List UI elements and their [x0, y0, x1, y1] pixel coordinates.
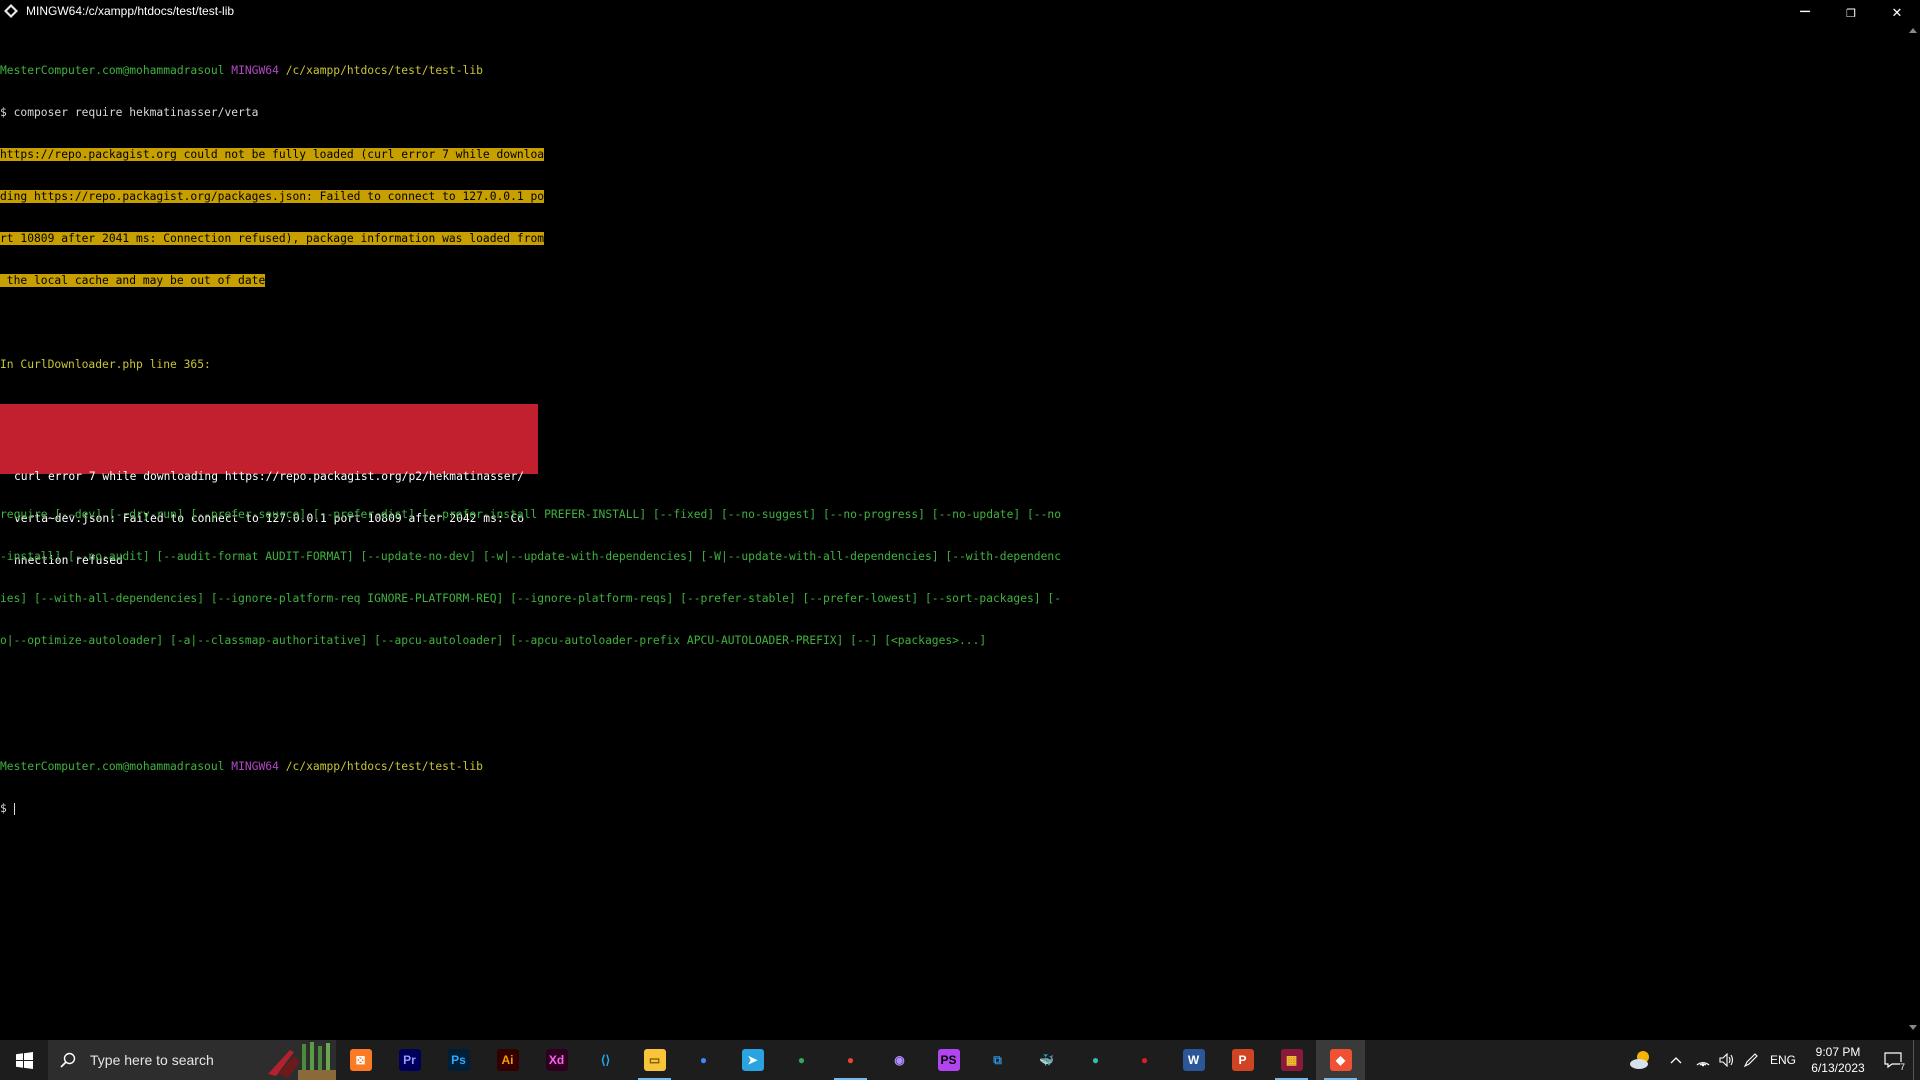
- warning-line: the local cache and may be out of date: [0, 274, 266, 287]
- prompt-path: /c/xampp/htdocs/test/test-lib: [285, 64, 483, 77]
- usage-line: o|--optimize-autoloader] [-a|--classmap-…: [0, 634, 987, 647]
- windows-logo-icon: [15, 1051, 33, 1069]
- text-cursor: [13, 803, 15, 815]
- notification-center-button[interactable]: 7: [1873, 1040, 1913, 1080]
- github-icon: ◉: [888, 1049, 911, 1071]
- clock-date: 6/13/2023: [1811, 1061, 1865, 1075]
- prompt-env: MINGW64: [231, 760, 279, 773]
- search-icon: [60, 1052, 76, 1068]
- taskbar-app-docker[interactable]: 🐳: [1022, 1040, 1071, 1080]
- prompt-path: /c/xampp/htdocs/test/test-lib: [285, 760, 483, 773]
- search-placeholder: Type here to search: [90, 1052, 214, 1068]
- input-line[interactable]: $: [0, 802, 1905, 816]
- winrar-icon: ▦: [1280, 1049, 1303, 1071]
- taskbar-apps: ⊠ Pr Ps Ai Xd ⟨⟩ ▭ ● ➤ ● ● ◉ PS ⧉ 🐳 ● ● W P ▦ ◆: [336, 1040, 1365, 1080]
- warning-line: ding https://repo.packagist.org/packages…: [0, 190, 545, 203]
- show-desktop-button[interactable]: [1913, 1040, 1920, 1080]
- git-bash-icon: [2, 2, 20, 20]
- taskbar-app-copy-app[interactable]: ⧉: [973, 1040, 1022, 1080]
- vertical-scrollbar[interactable]: [1905, 22, 1920, 1036]
- prompt-line: MesterComputer.com@mohammadrasoul MINGW6…: [0, 64, 1905, 78]
- taskbar-app-premiere[interactable]: Pr: [385, 1040, 434, 1080]
- minimize-button[interactable]: ─: [1782, 0, 1828, 22]
- chevron-up-icon[interactable]: [1661, 1040, 1691, 1080]
- copy-app-icon: ⧉: [986, 1049, 1009, 1071]
- taskbar-app-recorder[interactable]: ●: [1120, 1040, 1169, 1080]
- notification-count: 7: [1899, 1062, 1905, 1072]
- error-location: In CurlDownloader.php line 365:: [0, 358, 211, 371]
- edge-orb-icon: ●: [1084, 1049, 1107, 1071]
- phpstorm-icon: PS: [937, 1049, 960, 1071]
- photoshop-icon: Ps: [447, 1049, 470, 1071]
- error-line: curl error 7 while downloading https://r…: [14, 470, 525, 483]
- prompt-user: MesterComputer.com@mohammadrasoul: [0, 64, 225, 77]
- xd-icon: Xd: [545, 1049, 568, 1071]
- clock-time: 9:07 PM: [1815, 1045, 1861, 1059]
- taskbar-app-chrome-profile-1[interactable]: ●: [777, 1040, 826, 1080]
- illustrator-icon: Ai: [496, 1049, 519, 1071]
- vscode-icon: ⟨⟩: [594, 1049, 617, 1071]
- terminal-output[interactable]: MesterComputer.com@mohammadrasoul MINGW6…: [0, 36, 1905, 1036]
- network-icon[interactable]: [1691, 1040, 1715, 1080]
- taskbar-app-github[interactable]: ◉: [875, 1040, 924, 1080]
- weather-icon[interactable]: [1621, 1040, 1661, 1080]
- scroll-up-arrow-icon[interactable]: [1909, 28, 1917, 33]
- prompt-user: MesterComputer.com@mohammadrasoul: [0, 760, 225, 773]
- pen-icon[interactable]: [1739, 1040, 1763, 1080]
- chrome-profile-1-icon: ●: [790, 1049, 813, 1071]
- taskbar-app-powerpoint[interactable]: P: [1218, 1040, 1267, 1080]
- taskbar-app-winrar[interactable]: ▦: [1267, 1040, 1316, 1080]
- taskbar-app-telegram[interactable]: ➤: [728, 1040, 777, 1080]
- window-title: MINGW64:/c/xampp/htdocs/test/test-lib: [26, 4, 235, 18]
- chrome-profile-2-icon: ●: [839, 1049, 862, 1071]
- taskbar-app-xampp[interactable]: ⊠: [336, 1040, 385, 1080]
- clock[interactable]: 9:07 PM 6/13/2023: [1803, 1044, 1873, 1076]
- taskbar-app-xd[interactable]: Xd: [532, 1040, 581, 1080]
- input-prompt: $: [0, 802, 14, 815]
- taskbar-app-vscode[interactable]: ⟨⟩: [581, 1040, 630, 1080]
- chrome-icon: ●: [692, 1049, 715, 1071]
- command-line: $ composer require hekmatinasser/verta: [0, 106, 259, 119]
- taskbar-app-chrome-profile-2[interactable]: ●: [826, 1040, 875, 1080]
- taskbar-search[interactable]: Type here to search: [48, 1040, 336, 1080]
- maximize-button[interactable]: ❐: [1828, 0, 1874, 22]
- recorder-icon: ●: [1133, 1049, 1156, 1071]
- search-highlight-image: [268, 1042, 336, 1080]
- taskbar-app-file-explorer[interactable]: ▭: [630, 1040, 679, 1080]
- usage-line: ies] [--with-all-dependencies] [--ignore…: [0, 592, 1062, 605]
- usage-line: require [--dev] [--dry-run] [--prefer-so…: [0, 508, 1062, 521]
- taskbar-app-illustrator[interactable]: Ai: [483, 1040, 532, 1080]
- prompt-env: MINGW64: [231, 64, 279, 77]
- taskbar-app-git-bash[interactable]: ◆: [1316, 1040, 1365, 1080]
- taskbar-app-edge-orb[interactable]: ●: [1071, 1040, 1120, 1080]
- xampp-icon: ⊠: [349, 1049, 372, 1071]
- prompt-line: MesterComputer.com@mohammadrasoul MINGW6…: [0, 760, 1905, 774]
- taskbar-app-phpstorm[interactable]: PS: [924, 1040, 973, 1080]
- premiere-icon: Pr: [398, 1049, 421, 1071]
- taskbar-app-photoshop[interactable]: Ps: [434, 1040, 483, 1080]
- language-indicator[interactable]: ENG: [1763, 1040, 1803, 1080]
- file-explorer-icon: ▭: [643, 1049, 666, 1071]
- taskbar-app-word[interactable]: W: [1169, 1040, 1218, 1080]
- word-icon: W: [1182, 1049, 1205, 1071]
- warning-line: https://repo.packagist.org could not be …: [0, 148, 545, 161]
- docker-icon: 🐳: [1035, 1049, 1058, 1071]
- start-button[interactable]: [0, 1040, 48, 1080]
- volume-icon[interactable]: [1715, 1040, 1739, 1080]
- warning-line: rt 10809 after 2041 ms: Connection refus…: [0, 232, 545, 245]
- telegram-icon: ➤: [741, 1049, 764, 1071]
- close-button[interactable]: ✕: [1874, 0, 1920, 22]
- system-tray: ENG 9:07 PM 6/13/2023 7: [1621, 1040, 1920, 1080]
- taskbar: Type here to search ⊠ Pr Ps Ai Xd ⟨⟩ ▭ ● ➤ ● ● ◉ PS ⧉…: [0, 1040, 1920, 1080]
- powerpoint-icon: P: [1231, 1049, 1254, 1071]
- taskbar-app-chrome[interactable]: ●: [679, 1040, 728, 1080]
- error-box: curl error 7 while downloading https://r…: [0, 404, 538, 567]
- usage-line: -install] [--no-audit] [--audit-format A…: [0, 550, 1062, 563]
- window-titlebar: MINGW64:/c/xampp/htdocs/test/test-lib ─ …: [0, 0, 1920, 22]
- git-bash-icon: ◆: [1329, 1049, 1352, 1071]
- scroll-down-arrow-icon[interactable]: [1909, 1025, 1917, 1030]
